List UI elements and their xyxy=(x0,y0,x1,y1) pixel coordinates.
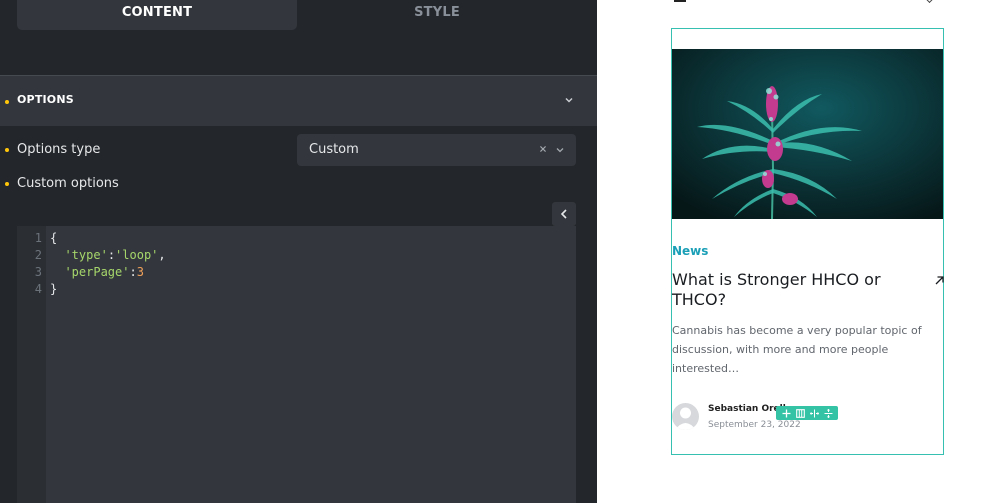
post-date: September 23, 2022 xyxy=(708,420,801,430)
code-separator: : xyxy=(107,248,116,262)
line-number: 4 xyxy=(34,282,42,296)
line-number: 3 xyxy=(34,265,42,279)
code-token: } xyxy=(50,282,58,296)
collapse-editor-button[interactable] xyxy=(552,202,576,226)
code-line: 'type':'loop', xyxy=(50,247,166,264)
changed-indicator-dot xyxy=(5,148,9,152)
partial-arrow-icon xyxy=(925,0,934,4)
post-category-link[interactable]: News xyxy=(672,244,708,258)
code-line: 'perPage':3 xyxy=(50,264,144,281)
code-key: 'type' xyxy=(64,248,108,262)
line-number: 2 xyxy=(34,248,42,262)
options-type-value: Custom xyxy=(309,142,359,157)
clear-icon[interactable] xyxy=(538,143,548,155)
post-title-link[interactable]: What is Stronger HHCO or THCO? xyxy=(672,270,917,310)
line-number: 1 xyxy=(34,231,42,245)
options-section-header[interactable]: OPTIONS xyxy=(0,75,597,126)
custom-options-label: Custom options xyxy=(17,176,119,191)
code-value: 3 xyxy=(136,265,144,279)
line-number-gutter: 1 2 3 4 xyxy=(17,226,46,503)
author-name: Sebastian Orell xyxy=(708,404,786,414)
options-type-select[interactable]: Custom xyxy=(297,134,576,166)
code-line: { xyxy=(50,230,57,247)
code-editor[interactable]: 1 2 3 4 { 'type':'loop', 'perPage':3 } xyxy=(17,226,576,503)
panel-tabs: CONTENT STYLE xyxy=(0,0,597,30)
width-icon[interactable] xyxy=(809,408,819,418)
code-token: { xyxy=(50,231,58,245)
tab-style[interactable]: STYLE xyxy=(297,0,577,30)
code-separator: : xyxy=(129,265,137,279)
element-toolbar xyxy=(776,406,838,420)
chevron-down-icon xyxy=(565,97,573,103)
author-avatar xyxy=(672,403,699,430)
columns-icon[interactable] xyxy=(795,408,805,418)
height-icon[interactable] xyxy=(823,408,833,418)
changed-indicator-dot xyxy=(5,100,9,104)
chevron-left-icon xyxy=(560,209,567,219)
post-card[interactable]: News What is Stronger HHCO or THCO? Cann… xyxy=(671,28,944,455)
code-line: } xyxy=(50,281,57,298)
code-key: 'perPage' xyxy=(64,265,130,279)
move-icon[interactable] xyxy=(781,408,791,418)
code-comma: , xyxy=(158,248,166,262)
code-value: 'loop' xyxy=(115,248,159,262)
arrow-up-right-icon[interactable] xyxy=(934,275,945,286)
post-image[interactable] xyxy=(672,49,943,219)
tab-content[interactable]: CONTENT xyxy=(17,0,297,30)
options-type-label: Options type xyxy=(17,142,101,157)
chevron-down-icon xyxy=(556,148,564,153)
partial-element xyxy=(674,0,686,2)
options-section-title: OPTIONS xyxy=(17,93,74,106)
page-preview: News What is Stronger HHCO or THCO? Cann… xyxy=(597,0,1008,503)
post-excerpt: Cannabis has become a very popular topic… xyxy=(672,324,922,375)
user-icon xyxy=(672,403,699,430)
changed-indicator-dot xyxy=(5,182,9,186)
editor-panel: CONTENT STYLE OPTIONS Options type Custo… xyxy=(0,0,597,503)
